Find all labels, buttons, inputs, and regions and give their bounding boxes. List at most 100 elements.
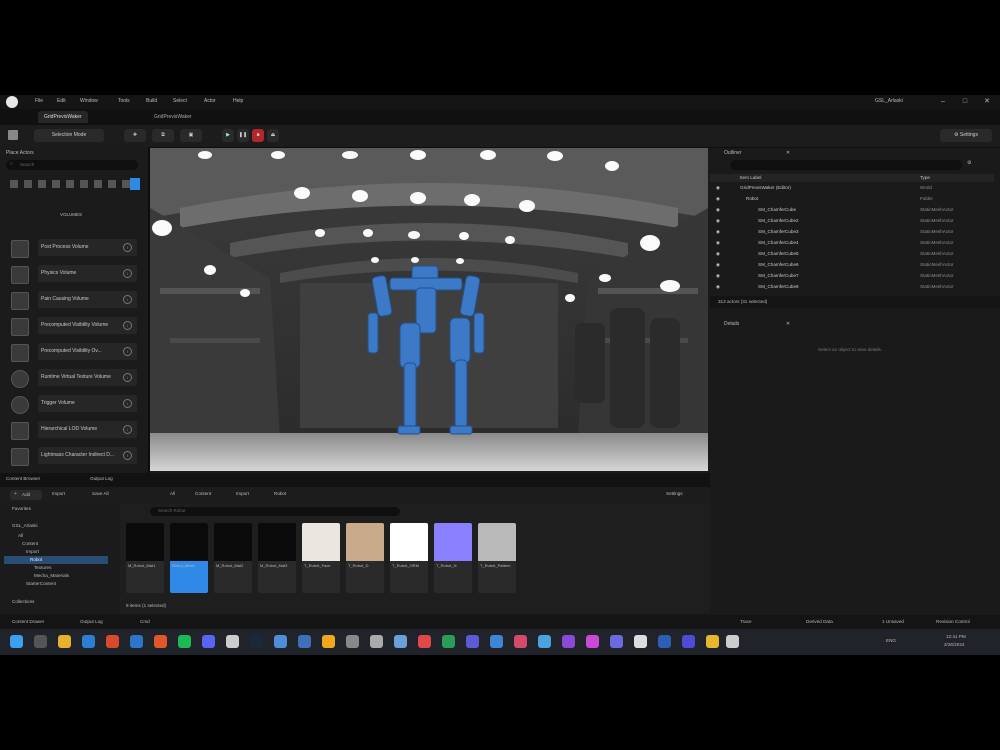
import-button[interactable]: Import — [52, 491, 65, 496]
eject-icon[interactable]: ⏏ — [267, 129, 279, 142]
asset-tile[interactable]: T_Robot_Face — [302, 523, 340, 593]
clock-date[interactable]: 2/26/2024 — [944, 642, 964, 647]
menu-edit[interactable]: Edit — [57, 98, 66, 104]
list-item[interactable]: Precomputed Visibility Volume i — [8, 315, 137, 337]
tree-item[interactable]: Mecha_Materials — [34, 573, 69, 578]
asset-search-input[interactable]: Search Robot — [150, 507, 400, 516]
category-icon[interactable] — [38, 180, 46, 188]
asset-tile[interactable]: T_Robot_D — [346, 523, 384, 593]
tab-level-1[interactable]: GridPrevisWaker — [38, 111, 88, 123]
search-icon[interactable] — [34, 635, 47, 648]
unreal-logo-icon[interactable] — [6, 96, 18, 108]
selection-mode-button[interactable]: Selection Mode — [34, 129, 104, 142]
outliner-row[interactable]: ◉ SM_ChamferCube7 StaticMeshActor — [710, 272, 994, 280]
visibility-icon[interactable]: ◉ — [716, 250, 720, 258]
visibility-icon[interactable]: ◉ — [716, 206, 720, 214]
list-item[interactable]: Precomputed Visibility Ov... i — [8, 341, 137, 363]
app-icon[interactable] — [130, 635, 143, 648]
play-icon[interactable]: ▶ — [222, 129, 234, 142]
outliner-row[interactable]: ◉ SM_ChamferCube3 StaticMeshActor — [710, 228, 994, 236]
outliner-row[interactable]: ◉ SM_ChamferCube6 StaticMeshActor — [710, 261, 994, 269]
outliner-row[interactable]: ◉ SM_ChamferCube8 StaticMeshActor — [710, 283, 994, 291]
outliner-row[interactable]: ◉ GridPrevisWaker (Editor) World — [710, 184, 994, 192]
category-icon[interactable] — [122, 180, 130, 188]
save-all-button[interactable]: Save All — [92, 491, 109, 496]
tree-root[interactable]: GSL_Arlaski — [12, 523, 38, 528]
minimize-icon[interactable]: – — [938, 97, 948, 107]
app-icon[interactable] — [82, 635, 95, 648]
outliner-row[interactable]: ◉ SM_ChamferCube5 StaticMeshActor — [710, 250, 994, 258]
visibility-icon[interactable]: ◉ — [716, 184, 720, 192]
visibility-icon[interactable]: ◉ — [716, 272, 720, 280]
app-icon[interactable] — [370, 635, 383, 648]
content-drawer-button[interactable]: Content Drawer — [12, 619, 44, 624]
list-item[interactable]: Pain Causing Volume i — [8, 289, 137, 311]
settings-button[interactable]: ⚙ Settings — [940, 129, 992, 142]
list-item[interactable]: Trigger Volume i — [8, 393, 137, 415]
visibility-icon[interactable]: ◉ — [716, 283, 720, 291]
column-type[interactable]: Type — [920, 174, 930, 182]
blueprint-icon[interactable]: ⧉ — [152, 129, 174, 142]
app-icon[interactable] — [394, 635, 407, 648]
breadcrumb-robot[interactable]: Robot — [274, 491, 286, 496]
close-tab-icon[interactable]: ✕ — [786, 150, 790, 156]
app-icon[interactable] — [490, 635, 503, 648]
outliner-row[interactable]: ◉ Robot Folder — [710, 195, 994, 203]
close-icon[interactable]: ✕ — [982, 97, 992, 107]
output-log-button[interactable]: Output Log — [80, 619, 103, 624]
collections-label[interactable]: Collections — [12, 599, 34, 604]
asset-tile[interactable]: T_Robot_ORM — [390, 523, 428, 593]
maximize-icon[interactable]: □ — [960, 97, 970, 107]
list-item[interactable]: Physics Volume i — [8, 263, 137, 285]
menu-select[interactable]: Select — [173, 98, 187, 104]
app-icon[interactable] — [586, 635, 599, 648]
tab-output-log[interactable]: Output Log — [90, 476, 113, 481]
list-item[interactable]: Runtime Virtual Texture Volume i — [8, 367, 137, 389]
tree-item-selected[interactable]: Robot — [4, 556, 108, 564]
outliner-row[interactable]: ◉ SM_ChamferCube4 StaticMeshActor — [710, 239, 994, 247]
app-icon[interactable] — [298, 635, 311, 648]
tree-item[interactable]: StarterContent — [26, 581, 56, 586]
app-icon[interactable] — [538, 635, 551, 648]
volumes-category-icon[interactable] — [130, 178, 140, 190]
category-icon[interactable] — [108, 180, 116, 188]
asset-tile[interactable]: M_Robot_Mat3 — [258, 523, 296, 593]
app-icon[interactable] — [682, 635, 695, 648]
app-icon[interactable] — [610, 635, 623, 648]
app-icon[interactable] — [250, 635, 263, 648]
menu-build[interactable]: Build — [146, 98, 157, 104]
tree-item[interactable]: All — [18, 533, 23, 538]
asset-tile[interactable]: M_Robot_Mat2 — [214, 523, 252, 593]
save-icon[interactable] — [8, 130, 18, 140]
visibility-icon[interactable]: ◉ — [716, 217, 720, 225]
tree-item[interactable]: Import — [26, 549, 39, 554]
outliner-search-input[interactable] — [730, 160, 962, 170]
content-settings-button[interactable]: Settings — [666, 491, 683, 496]
column-item-label[interactable]: Item Label — [740, 174, 761, 182]
pause-icon[interactable]: ❚❚ — [237, 129, 249, 142]
cmd-button[interactable]: Cmd — [140, 619, 150, 624]
category-icon[interactable] — [24, 180, 32, 188]
outliner-row[interactable]: ◉ SM_ChamferCube StaticMeshActor — [710, 206, 994, 214]
asset-tile[interactable]: T_Robot_Pattern — [478, 523, 516, 593]
add-button[interactable]: + Add — [10, 490, 42, 500]
list-item[interactable]: Lightmass Character Indirect D... i — [8, 445, 137, 467]
outliner-row[interactable]: ◉ SM_ChamferCube2 StaticMeshActor — [710, 217, 994, 225]
category-icon[interactable] — [94, 180, 102, 188]
level-viewport[interactable] — [150, 148, 708, 471]
category-icon[interactable] — [52, 180, 60, 188]
breadcrumb-content[interactable]: Content — [195, 491, 211, 496]
visibility-icon[interactable]: ◉ — [716, 195, 720, 203]
app-icon[interactable] — [226, 635, 239, 648]
add-actor-icon[interactable]: ✚ — [124, 129, 146, 142]
list-item[interactable]: Hierarchical LOD Volume i — [8, 419, 137, 441]
clock-time[interactable]: 12:41 PM — [946, 634, 966, 639]
unreal-taskbar-icon[interactable] — [726, 635, 739, 648]
visibility-icon[interactable]: ◉ — [716, 261, 720, 269]
derived-data-button[interactable]: Derived Data — [806, 619, 833, 624]
visibility-icon[interactable]: ◉ — [716, 228, 720, 236]
menu-help[interactable]: Help — [233, 98, 243, 104]
tree-item[interactable]: Content — [22, 541, 38, 546]
asset-tile[interactable]: Robot_Mesh — [170, 523, 208, 593]
visibility-icon[interactable]: ◉ — [716, 239, 720, 247]
